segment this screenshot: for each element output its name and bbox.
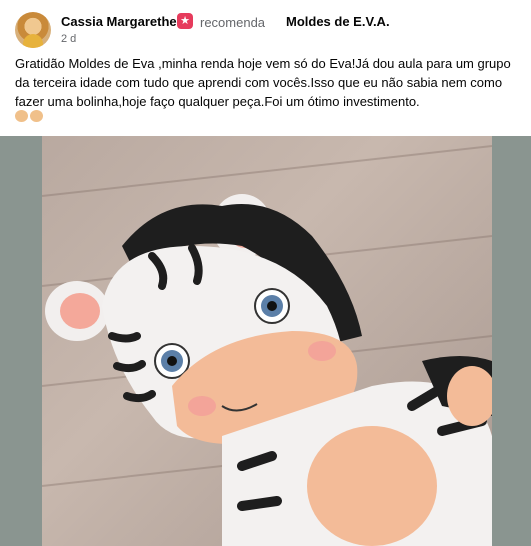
zebra-craft-image bbox=[42, 145, 492, 546]
recommends-label: recomenda bbox=[200, 15, 266, 30]
post-text: Gratidão Moldes de Eva ,minha renda hoje… bbox=[15, 56, 511, 109]
post-card: Cassia Margarethe ★ recomenda Moldes de … bbox=[0, 0, 531, 546]
author-avatar[interactable] bbox=[15, 12, 51, 48]
author-name[interactable]: Cassia Margarethe bbox=[61, 14, 177, 29]
post-header: Cassia Margarethe ★ recomenda Moldes de … bbox=[15, 10, 515, 50]
post-timestamp[interactable]: 2 d bbox=[61, 33, 76, 45]
page-name-link[interactable]: Moldes de E.V.A. bbox=[286, 14, 390, 29]
clapping-hands-icon bbox=[15, 110, 45, 125]
post-photo[interactable] bbox=[42, 136, 492, 546]
recommend-star-icon: ★ bbox=[177, 13, 193, 29]
